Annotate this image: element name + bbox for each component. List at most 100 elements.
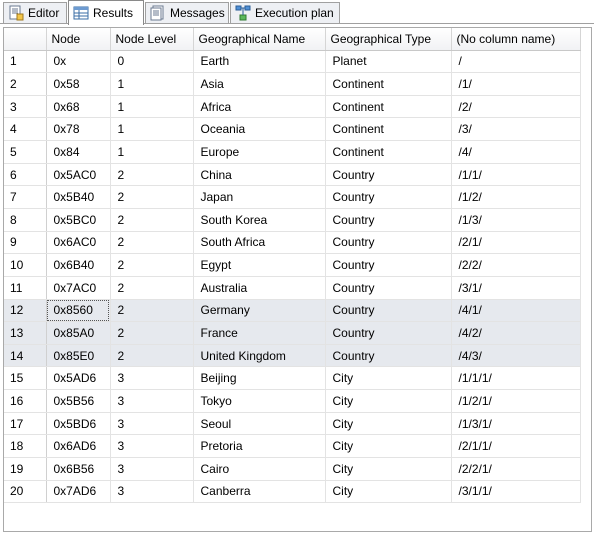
row-number[interactable]: 10 [4, 253, 47, 277]
cell-geographical-name[interactable]: Japan [193, 185, 326, 209]
cell-geographical-type[interactable]: Country [325, 276, 452, 300]
cell-path[interactable]: /3/1/ [451, 276, 581, 300]
cell-node[interactable]: 0x78 [46, 117, 111, 142]
cell-node[interactable]: 0x85E0 [46, 344, 111, 368]
cell-path[interactable]: /4/3/ [451, 344, 581, 368]
cell-node[interactable]: 0x7AD6 [46, 480, 111, 504]
cell-node-level[interactable]: 1 [110, 140, 194, 164]
cell-path[interactable]: /2/ [451, 95, 581, 119]
table-row[interactable]: 4 0x78 1 Oceania Continent/3/ [4, 117, 581, 142]
cell-geographical-name[interactable]: Pretoria [193, 434, 326, 459]
row-number[interactable]: 18 [4, 434, 47, 459]
cell-path[interactable]: /4/1/ [451, 299, 581, 323]
cell-geographical-type[interactable]: City [325, 457, 452, 481]
row-number[interactable]: 11 [4, 276, 47, 300]
row-number[interactable]: 8 [4, 208, 47, 232]
cell-path[interactable]: /4/2/ [451, 321, 581, 345]
cell-node[interactable]: 0x5BD6 [46, 412, 111, 436]
cell-node[interactable]: 0x68 [46, 95, 111, 119]
cell-geographical-type[interactable]: Continent [325, 140, 452, 164]
cell-geographical-name[interactable]: Cairo [193, 457, 326, 481]
cell-node-level[interactable]: 2 [110, 185, 194, 209]
cell-node-level[interactable]: 3 [110, 389, 194, 413]
column-header-geographical-name[interactable]: Geographical Name [193, 28, 326, 51]
table-row[interactable]: 20 0x7AD6 3 Canberra City/3/1/1/ [4, 480, 581, 504]
cell-node[interactable]: 0x7AC0 [46, 276, 111, 300]
cell-node-level[interactable]: 3 [110, 412, 194, 436]
cell-node-level[interactable]: 1 [110, 95, 194, 119]
cell-path[interactable]: /4/ [451, 140, 581, 164]
cell-node[interactable]: 0x58 [46, 72, 111, 96]
row-number[interactable]: 9 [4, 231, 47, 255]
row-number[interactable]: 20 [4, 480, 47, 504]
tab-messages[interactable]: Messages [145, 2, 229, 23]
cell-geographical-type[interactable]: Planet [325, 50, 452, 74]
cell-node[interactable]: 0x5BC0 [46, 208, 111, 232]
cell-node[interactable]: 0x6B56 [46, 457, 111, 481]
cell-geographical-name[interactable]: Africa [193, 95, 326, 119]
cell-path[interactable]: /1/3/ [451, 208, 581, 232]
table-row[interactable]: 3 0x68 1 Africa Continent/2/ [4, 95, 581, 119]
column-header-node[interactable]: Node [46, 28, 111, 51]
cell-node[interactable]: 0x84 [46, 140, 111, 164]
cell-geographical-type[interactable]: Country [325, 185, 452, 209]
row-number[interactable]: 1 [4, 50, 47, 74]
cell-geographical-name[interactable]: United Kingdom [193, 344, 326, 368]
column-header-no-column-name[interactable]: (No column name) [451, 28, 581, 51]
table-row-selected[interactable]: 13 0x85A0 2 France Country/4/2/ [4, 321, 581, 345]
cell-path[interactable]: /1/1/1/ [451, 366, 581, 391]
table-row[interactable]: 19 0x6B56 3 Cairo City/2/2/1/ [4, 457, 581, 481]
tab-execution-plan[interactable]: Execution plan [230, 2, 340, 23]
cell-geographical-name[interactable]: China [193, 163, 326, 187]
cell-node[interactable]: 0x5AD6 [46, 366, 111, 391]
cell-path[interactable]: /2/1/1/ [451, 434, 581, 459]
cell-path[interactable]: /3/1/1/ [451, 480, 581, 504]
cell-node-level[interactable]: 2 [110, 299, 194, 323]
cell-path[interactable]: /2/1/ [451, 231, 581, 255]
cell-geographical-type[interactable]: City [325, 480, 452, 504]
row-number[interactable]: 16 [4, 389, 47, 413]
cell-node[interactable]: 0x5B40 [46, 185, 111, 209]
cell-geographical-name[interactable]: Germany [193, 299, 326, 323]
cell-node-level[interactable]: 1 [110, 117, 194, 142]
cell-geographical-name[interactable]: South Africa [193, 231, 326, 255]
table-row[interactable]: 5 0x84 1 Europe Continent/4/ [4, 140, 581, 164]
cell-node[interactable]: 0x6AC0 [46, 231, 111, 255]
cell-geographical-name[interactable]: Canberra [193, 480, 326, 504]
cell-path[interactable]: /2/2/ [451, 253, 581, 277]
cell-node-level[interactable]: 3 [110, 457, 194, 481]
cell-geographical-name[interactable]: France [193, 321, 326, 345]
cell-geographical-type[interactable]: Continent [325, 117, 452, 142]
cell-path[interactable]: /1/1/ [451, 163, 581, 187]
cell-path[interactable]: /2/2/1/ [451, 457, 581, 481]
table-row[interactable]: 16 0x5B56 3 Tokyo City/1/2/1/ [4, 389, 581, 413]
cell-path[interactable]: / [451, 50, 581, 74]
cell-node-level[interactable]: 2 [110, 321, 194, 345]
table-row[interactable]: 8 0x5BC0 2 South Korea Country/1/3/ [4, 208, 581, 232]
cell-node-level[interactable]: 3 [110, 434, 194, 459]
table-row[interactable]: 10 0x6B40 2 Egypt Country/2/2/ [4, 253, 581, 277]
cell-geographical-type[interactable]: City [325, 389, 452, 413]
cell-node-level[interactable]: 2 [110, 163, 194, 187]
cell-geographical-type[interactable]: Continent [325, 72, 452, 96]
cell-path[interactable]: /1/2/1/ [451, 389, 581, 413]
cell-geographical-type[interactable]: Country [325, 163, 452, 187]
cell-geographical-name[interactable]: Beijing [193, 366, 326, 391]
cell-geographical-type[interactable]: Country [325, 231, 452, 255]
cell-geographical-name[interactable]: Earth [193, 50, 326, 74]
row-number[interactable]: 7 [4, 185, 47, 209]
cell-node[interactable]: 0x5AC0 [46, 163, 111, 187]
row-number[interactable]: 5 [4, 140, 47, 164]
results-grid[interactable]: Node Node Level Geographical Name Geogra… [3, 27, 592, 532]
row-number[interactable]: 17 [4, 412, 47, 436]
table-row-selected[interactable]: 14 0x85E0 2 United Kingdom Country/4/3/ [4, 344, 581, 368]
row-number[interactable]: 3 [4, 95, 47, 119]
column-header-node-level[interactable]: Node Level [110, 28, 194, 51]
table-row[interactable]: 15 0x5AD6 3 Beijing City/1/1/1/ [4, 366, 581, 391]
cell-node[interactable]: 0x5B56 [46, 389, 111, 413]
cell-node-level[interactable]: 2 [110, 253, 194, 277]
cell-geographical-name[interactable]: Europe [193, 140, 326, 164]
cell-node[interactable]: 0x [46, 50, 111, 74]
row-number[interactable]: 19 [4, 457, 47, 481]
row-number[interactable]: 14 [4, 344, 47, 368]
